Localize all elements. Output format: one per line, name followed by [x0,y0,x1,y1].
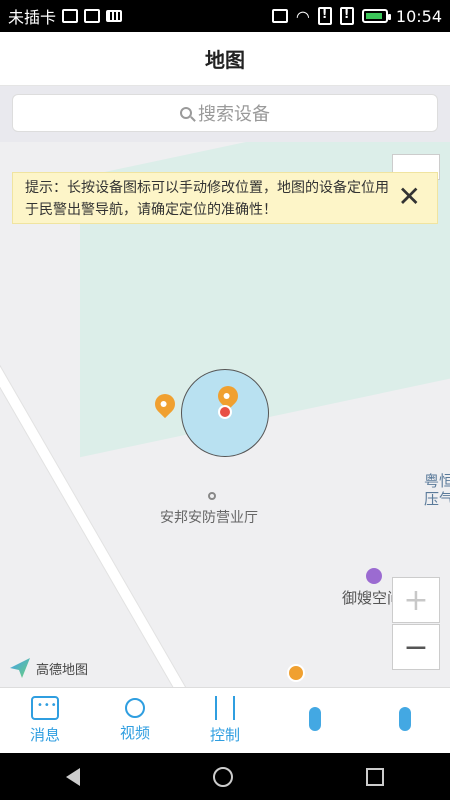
page-title: 地图 [205,48,245,72]
zoom-out-button[interactable]: − [392,624,440,670]
tab-label: 消息 [29,726,60,744]
search-icon [180,107,192,119]
map-view[interactable]: 提示：长按设备图标可以手动修改位置，地图的设备定位用于民警出警导航，请确定定位的… [0,142,450,687]
status-bar: 未插卡 ◠ 10:54 [0,0,450,32]
search-bar-container: 搜索设备 [0,86,450,142]
camera-icon [125,698,145,718]
tab-location[interactable] [270,688,360,753]
map-provider-logo: 高德地图 [10,658,88,678]
tab-video[interactable]: 视频 [90,688,180,753]
bottom-nav: 消息 视频 控制 [0,687,450,753]
image-icon [84,9,101,23]
poi-marker-icon [208,492,216,500]
tab-settings[interactable] [360,688,450,753]
wifi-icon: ◠ [295,6,310,26]
system-nav-bar [0,753,450,800]
tab-messages[interactable]: 消息 [0,688,90,753]
tab-control[interactable]: 控制 [180,688,270,753]
carrier-label: 未插卡 [8,8,57,27]
tip-banner: 提示：长按设备图标可以手动修改位置，地图的设备定位用于民警出警导航，请确定定位的… [12,172,438,224]
back-icon[interactable] [66,767,81,786]
shopping-icon [366,568,382,584]
clock: 10:54 [395,6,442,26]
search-input[interactable]: 搜索设备 [12,94,438,132]
restaurant-icon [287,664,305,682]
notification-icon [62,9,79,23]
vibrate-icon [271,9,288,23]
search-placeholder: 搜索设备 [198,104,270,125]
close-icon[interactable]: ✕ [398,183,421,211]
amap-logo-icon [10,658,30,678]
current-location-dot [218,405,232,419]
keyboard-icon [106,10,123,22]
tab-label: 控制 [209,726,240,744]
sim-card-2-icon [339,7,354,25]
zoom-in-button[interactable]: + [392,577,440,623]
location-icon [309,706,321,731]
tab-label: 视频 [119,724,150,742]
home-icon[interactable] [212,766,233,787]
tip-text: 提示：长按设备图标可以手动修改位置，地图的设备定位用于民警出警导航，请确定定位的… [25,180,389,218]
sim-card-icon [317,7,332,25]
battery-icon [361,9,391,23]
sliders-icon [215,696,235,720]
recent-apps-icon[interactable] [365,767,384,786]
poi-label: 安邦安防营业厅 [160,510,258,526]
poi-label-right: 粤恒压气 [424,472,450,508]
message-icon [31,696,59,720]
settings-icon [399,706,411,731]
app-header: 地图 [0,32,450,86]
logo-text: 高德地图 [36,662,89,678]
